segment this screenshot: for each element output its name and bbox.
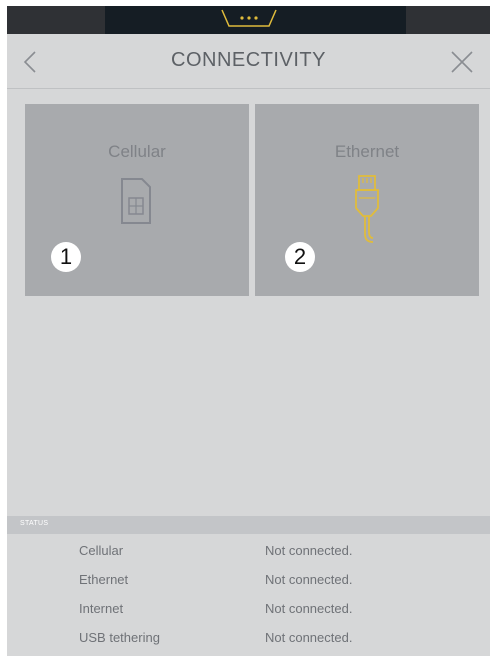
status-name: Cellular (79, 543, 124, 558)
status-value: Not connected. (265, 543, 353, 558)
page-header: CONNECTIVITY (7, 34, 490, 89)
status-name: USB tethering (79, 630, 160, 645)
topbar-left-block (7, 6, 105, 34)
sim-card-icon (121, 178, 151, 224)
ethernet-cable-icon (355, 175, 379, 243)
cellular-tile-label: Cellular (108, 142, 166, 161)
page-title: CONNECTIVITY (171, 49, 326, 71)
status-value: Not connected. (265, 601, 353, 616)
status-value: Not connected. (265, 630, 353, 645)
status-row-cellular: Cellular Not connected. (7, 536, 490, 564)
ethernet-tile-label: Ethernet (334, 142, 400, 161)
status-row-usb-tethering: USB tethering Not connected. (7, 623, 490, 651)
status-value: Not connected. (265, 572, 353, 587)
tile-badge-2: 2 (285, 242, 315, 272)
top-bar (7, 6, 490, 34)
more-handle-icon[interactable] (220, 8, 278, 28)
status-row-internet: Internet Not connected. (7, 594, 490, 622)
status-header: STATUS (7, 516, 490, 534)
status-name: Ethernet (79, 572, 129, 587)
ethernet-tile[interactable]: Ethernet 2 (255, 104, 479, 296)
connectivity-screen: CONNECTIVITY Cellular 1 Ethernet 2 STATU… (7, 6, 490, 656)
close-icon[interactable] (448, 48, 476, 76)
status-name: Internet (79, 601, 124, 616)
cellular-tile[interactable]: Cellular 1 (25, 104, 249, 296)
status-heading: STATUS (20, 520, 49, 527)
topbar-right-block (406, 6, 490, 34)
status-row-ethernet: Ethernet Not connected. (7, 565, 490, 593)
tile-badge-1: 1 (51, 242, 81, 272)
